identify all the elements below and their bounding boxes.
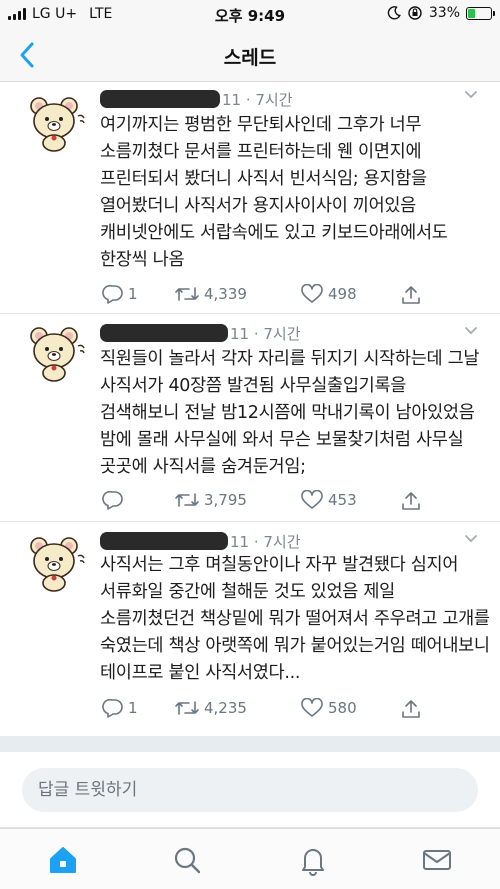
search-icon: [174, 847, 201, 874]
tweet-meta: 11 · 7시간: [230, 532, 301, 551]
back-button[interactable]: [12, 38, 46, 72]
reply-icon: [102, 284, 123, 304]
tweet-actions: 1 4,339 498: [100, 284, 430, 308]
section-divider: [0, 736, 500, 752]
like-button[interactable]: 498: [300, 284, 357, 304]
chevron-down-icon[interactable]: [464, 534, 478, 544]
status-bar: LG U+ LTE 오후 9:49 33%: [0, 0, 500, 30]
reply-count: 1: [128, 699, 138, 717]
tab-bar: [0, 828, 500, 889]
redacted-username: [100, 324, 228, 342]
nav-bar: 스레드: [0, 30, 500, 82]
battery-percent: 33%: [428, 5, 460, 21]
reply-button[interactable]: 1: [102, 284, 138, 304]
reply-icon: [102, 490, 123, 510]
like-count: 453: [328, 491, 357, 509]
tab-home[interactable]: [46, 843, 80, 877]
page-title: 스레드: [223, 47, 277, 69]
reply-composer: [0, 752, 500, 828]
share-button[interactable]: [400, 284, 422, 306]
share-icon: [402, 286, 420, 304]
share-icon: [402, 700, 420, 718]
tweet[interactable]: 11 · 7시간 여기까지는 평범한 무단퇴사인데 그후가 너무 소름끼쳤다 문…: [0, 82, 500, 314]
retweet-button[interactable]: 3,795: [174, 490, 247, 510]
chevron-down-icon[interactable]: [464, 326, 478, 336]
tweet-meta: 11 · 7시간: [230, 324, 301, 343]
bear-avatar-icon: [30, 327, 85, 382]
redacted-username: [100, 90, 220, 108]
mail-icon: [423, 850, 451, 870]
retweet-icon: [175, 493, 199, 507]
bell-icon: [302, 849, 324, 876]
like-count: 498: [328, 285, 357, 303]
retweet-icon: [175, 287, 199, 301]
retweet-count: 3,795: [204, 491, 247, 509]
share-button[interactable]: [400, 490, 422, 512]
avatar[interactable]: [26, 534, 88, 592]
bear-avatar-icon: [30, 97, 85, 152]
home-icon: [50, 847, 76, 873]
like-button[interactable]: 453: [300, 490, 357, 510]
tweet[interactable]: 11 · 7시간 직원들이 놀라서 각자 자리를 뒤지기 시작하는데 그날 사직…: [0, 314, 500, 522]
avatar[interactable]: [26, 324, 88, 382]
tweet-text: 직원들이 놀라서 각자 자리를 뒤지기 시작하는데 그날 사직서가 40장쯤 발…: [100, 349, 480, 477]
reply-count: 1: [128, 285, 138, 303]
tab-messages[interactable]: [420, 843, 454, 877]
retweet-button[interactable]: 4,235: [174, 698, 247, 718]
tab-notifications[interactable]: [296, 843, 330, 877]
battery-icon: [466, 6, 495, 20]
tweet-header: 11 · 7시간: [100, 88, 293, 110]
tweet-actions: 1 4,235 580: [100, 698, 430, 722]
tweet[interactable]: 11 · 7시간 사직서는 그후 며칠동안이나 자꾸 발견됐다 심지어 서류화일…: [0, 522, 500, 736]
reply-input[interactable]: [22, 768, 478, 812]
reply-button[interactable]: [102, 490, 128, 510]
retweet-count: 4,235: [204, 699, 247, 717]
like-button[interactable]: 580: [300, 698, 357, 718]
heart-icon: [301, 490, 323, 509]
retweet-button[interactable]: 4,339: [174, 284, 247, 304]
tweet-header: 11 · 7시간: [100, 322, 301, 344]
chevron-down-icon[interactable]: [464, 90, 478, 100]
tab-search[interactable]: [170, 843, 204, 877]
share-icon: [402, 492, 420, 510]
tweet-header: 11 · 7시간: [100, 530, 301, 552]
retweet-icon: [175, 701, 199, 715]
moon-icon: [387, 6, 401, 20]
tweet-actions: 3,795 453: [100, 490, 430, 514]
tweet-text: 여기까지는 평범한 무단퇴사인데 그후가 너무 소름끼쳤다 문서를 프린터하는데…: [100, 115, 448, 270]
bear-avatar-icon: [30, 537, 85, 592]
redacted-username: [100, 532, 228, 550]
status-right: 33%: [387, 5, 495, 21]
chevron-left-icon: [20, 42, 34, 68]
retweet-count: 4,339: [204, 285, 247, 303]
reply-icon: [102, 698, 123, 718]
rotation-lock-icon: [408, 6, 422, 20]
tweet-meta: 11 · 7시간: [222, 90, 293, 109]
heart-icon: [301, 284, 323, 303]
tweet-text: 사직서는 그후 며칠동안이나 자꾸 발견됐다 심지어 서류화일 중간에 철해둔 …: [100, 555, 490, 683]
avatar[interactable]: [26, 94, 88, 152]
like-count: 580: [328, 699, 357, 717]
reply-button[interactable]: 1: [102, 698, 138, 718]
heart-icon: [301, 698, 323, 717]
share-button[interactable]: [400, 698, 422, 720]
